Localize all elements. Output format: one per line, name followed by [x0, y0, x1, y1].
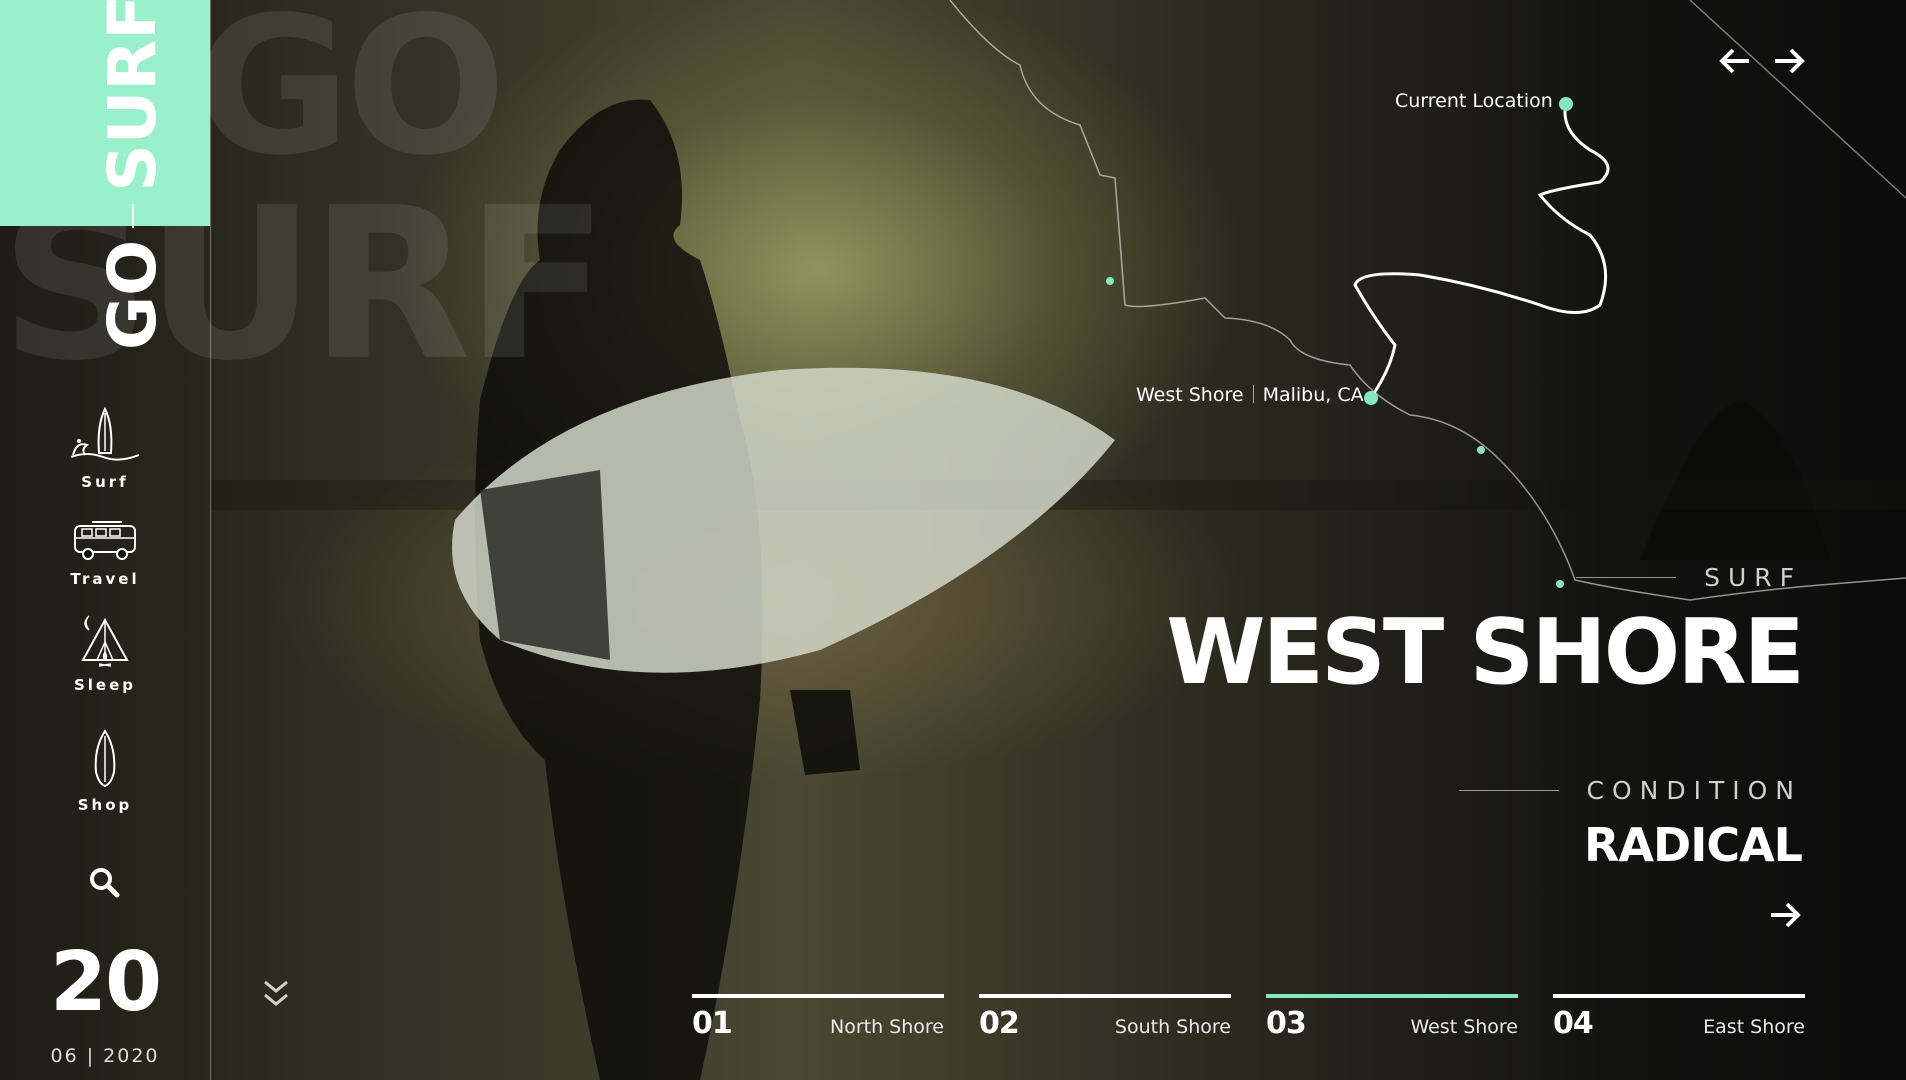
spot-area: Malibu, CA [1262, 384, 1364, 406]
spot-name: West Shore [1136, 384, 1244, 406]
label-separator [1252, 385, 1254, 403]
arrow-right-icon [1775, 48, 1805, 74]
spot-location-label: West Shore Malibu, CA [1136, 384, 1364, 406]
map-line [1689, 0, 1906, 199]
tab-label: North Shore [830, 1016, 944, 1038]
route-map [949, 0, 1906, 601]
next-slide-button[interactable] [1772, 46, 1806, 80]
spot-dot[interactable] [1106, 277, 1114, 285]
tab-west-shore[interactable]: 03 West Shore [1266, 994, 1518, 1041]
tab-east-shore[interactable]: 04 East Shore [1553, 994, 1805, 1041]
tab-south-shore[interactable]: 02 South Shore [979, 994, 1231, 1041]
prev-button[interactable] [1718, 46, 1752, 80]
condition-label: CONDITION [1586, 776, 1802, 805]
eyebrow-rule [1576, 577, 1677, 578]
tab-label: West Shore [1410, 1016, 1518, 1038]
route-path [1353, 103, 1610, 397]
tab-label: South Shore [1114, 1016, 1231, 1038]
shore-tabs: 01 North Shore 02 South Shore 03 West Sh… [692, 994, 1805, 1041]
spot-dot[interactable] [1477, 446, 1485, 454]
page-title: WEST SHORE [1166, 600, 1805, 705]
current-location-label: Current Location [1395, 90, 1553, 112]
tab-north-shore[interactable]: 01 North Shore [692, 994, 944, 1041]
condition-value: RADICAL [1584, 818, 1803, 872]
condition-rule [1458, 790, 1559, 791]
current-location-marker[interactable] [1559, 97, 1573, 111]
tab-label: East Shore [1703, 1016, 1805, 1038]
tab-number: 01 [692, 1006, 733, 1041]
west-shore-marker[interactable] [1364, 391, 1378, 405]
tab-number: 02 [979, 1006, 1020, 1041]
surf-eyebrow: SURF [1576, 563, 1802, 592]
tab-number: 03 [1266, 1006, 1307, 1041]
condition-eyebrow: CONDITION [1458, 776, 1802, 805]
eyebrow-text: SURF [1704, 563, 1802, 592]
details-button[interactable] [1768, 900, 1802, 934]
tab-number: 04 [1553, 1006, 1594, 1041]
arrow-right-icon [1771, 902, 1801, 928]
spot-dot[interactable] [1556, 580, 1564, 588]
arrow-left-icon [1719, 48, 1749, 74]
